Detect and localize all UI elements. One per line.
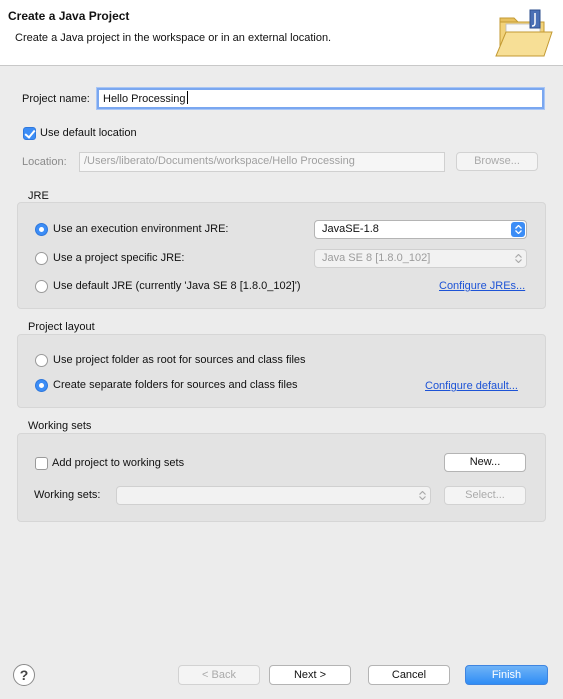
jre-section-title: JRE (28, 190, 49, 202)
java-project-folder-icon (495, 9, 553, 57)
configure-jres-link[interactable]: Configure JREs... (439, 280, 525, 292)
exec-env-select[interactable]: JavaSE-1.8 (314, 220, 527, 239)
select-arrows-icon (511, 222, 525, 237)
finish-button[interactable]: Finish (465, 665, 548, 685)
text-caret (186, 91, 188, 104)
layout-root-radio[interactable] (35, 354, 48, 367)
select-working-sets-button[interactable]: Select... (444, 486, 526, 505)
wizard-subtitle: Create a Java project in the workspace o… (15, 32, 332, 44)
exec-env-value: JavaSE-1.8 (322, 223, 379, 235)
add-to-working-sets-checkbox[interactable] (35, 457, 48, 470)
configure-default-link[interactable]: Configure default... (425, 380, 518, 392)
location-input[interactable]: /Users/liberato/Documents/workspace/Hell… (79, 152, 445, 172)
help-icon[interactable]: ? (13, 664, 35, 686)
working-sets-group (17, 433, 546, 522)
select-arrows-icon (415, 488, 429, 503)
next-button[interactable]: Next > (269, 665, 351, 685)
layout-root-label: Use project folder as root for sources a… (53, 354, 306, 366)
use-default-location-checkbox[interactable] (23, 127, 36, 140)
back-button[interactable]: < Back (178, 665, 260, 685)
add-to-working-sets-label: Add project to working sets (52, 457, 185, 469)
working-sets-section-title: Working sets (28, 420, 92, 432)
project-name-label: Project name: (22, 93, 90, 105)
jre-default-label: Use default JRE (currently 'Java SE 8 [1… (53, 280, 301, 292)
jre-exec-env-radio[interactable] (35, 223, 48, 236)
cancel-button[interactable]: Cancel (368, 665, 450, 685)
new-working-set-button[interactable]: New... (444, 453, 526, 472)
jre-default-radio[interactable] (35, 280, 48, 293)
working-sets-label: Working sets: (34, 489, 101, 501)
jre-exec-env-label: Use an execution environment JRE: (53, 223, 229, 235)
project-specific-jre-value: Java SE 8 [1.8.0_102] (322, 252, 431, 264)
working-sets-select[interactable] (116, 486, 431, 505)
layout-separate-radio[interactable] (35, 379, 48, 392)
browse-button[interactable]: Browse... (456, 152, 538, 171)
select-arrows-icon (511, 251, 525, 266)
use-default-location-label: Use default location (40, 127, 137, 139)
layout-group (17, 334, 546, 408)
wizard-header: Create a Java Project Create a Java proj… (0, 0, 563, 66)
layout-section-title: Project layout (28, 321, 95, 333)
project-specific-jre-select[interactable]: Java SE 8 [1.8.0_102] (314, 249, 527, 268)
location-label: Location: (22, 156, 67, 168)
wizard-title: Create a Java Project (8, 9, 130, 23)
jre-project-specific-label: Use a project specific JRE: (53, 252, 185, 264)
layout-separate-label: Create separate folders for sources and … (53, 379, 298, 391)
project-name-input[interactable]: Hello Processing (97, 88, 544, 109)
jre-project-specific-radio[interactable] (35, 252, 48, 265)
project-name-value: Hello Processing (103, 93, 186, 105)
